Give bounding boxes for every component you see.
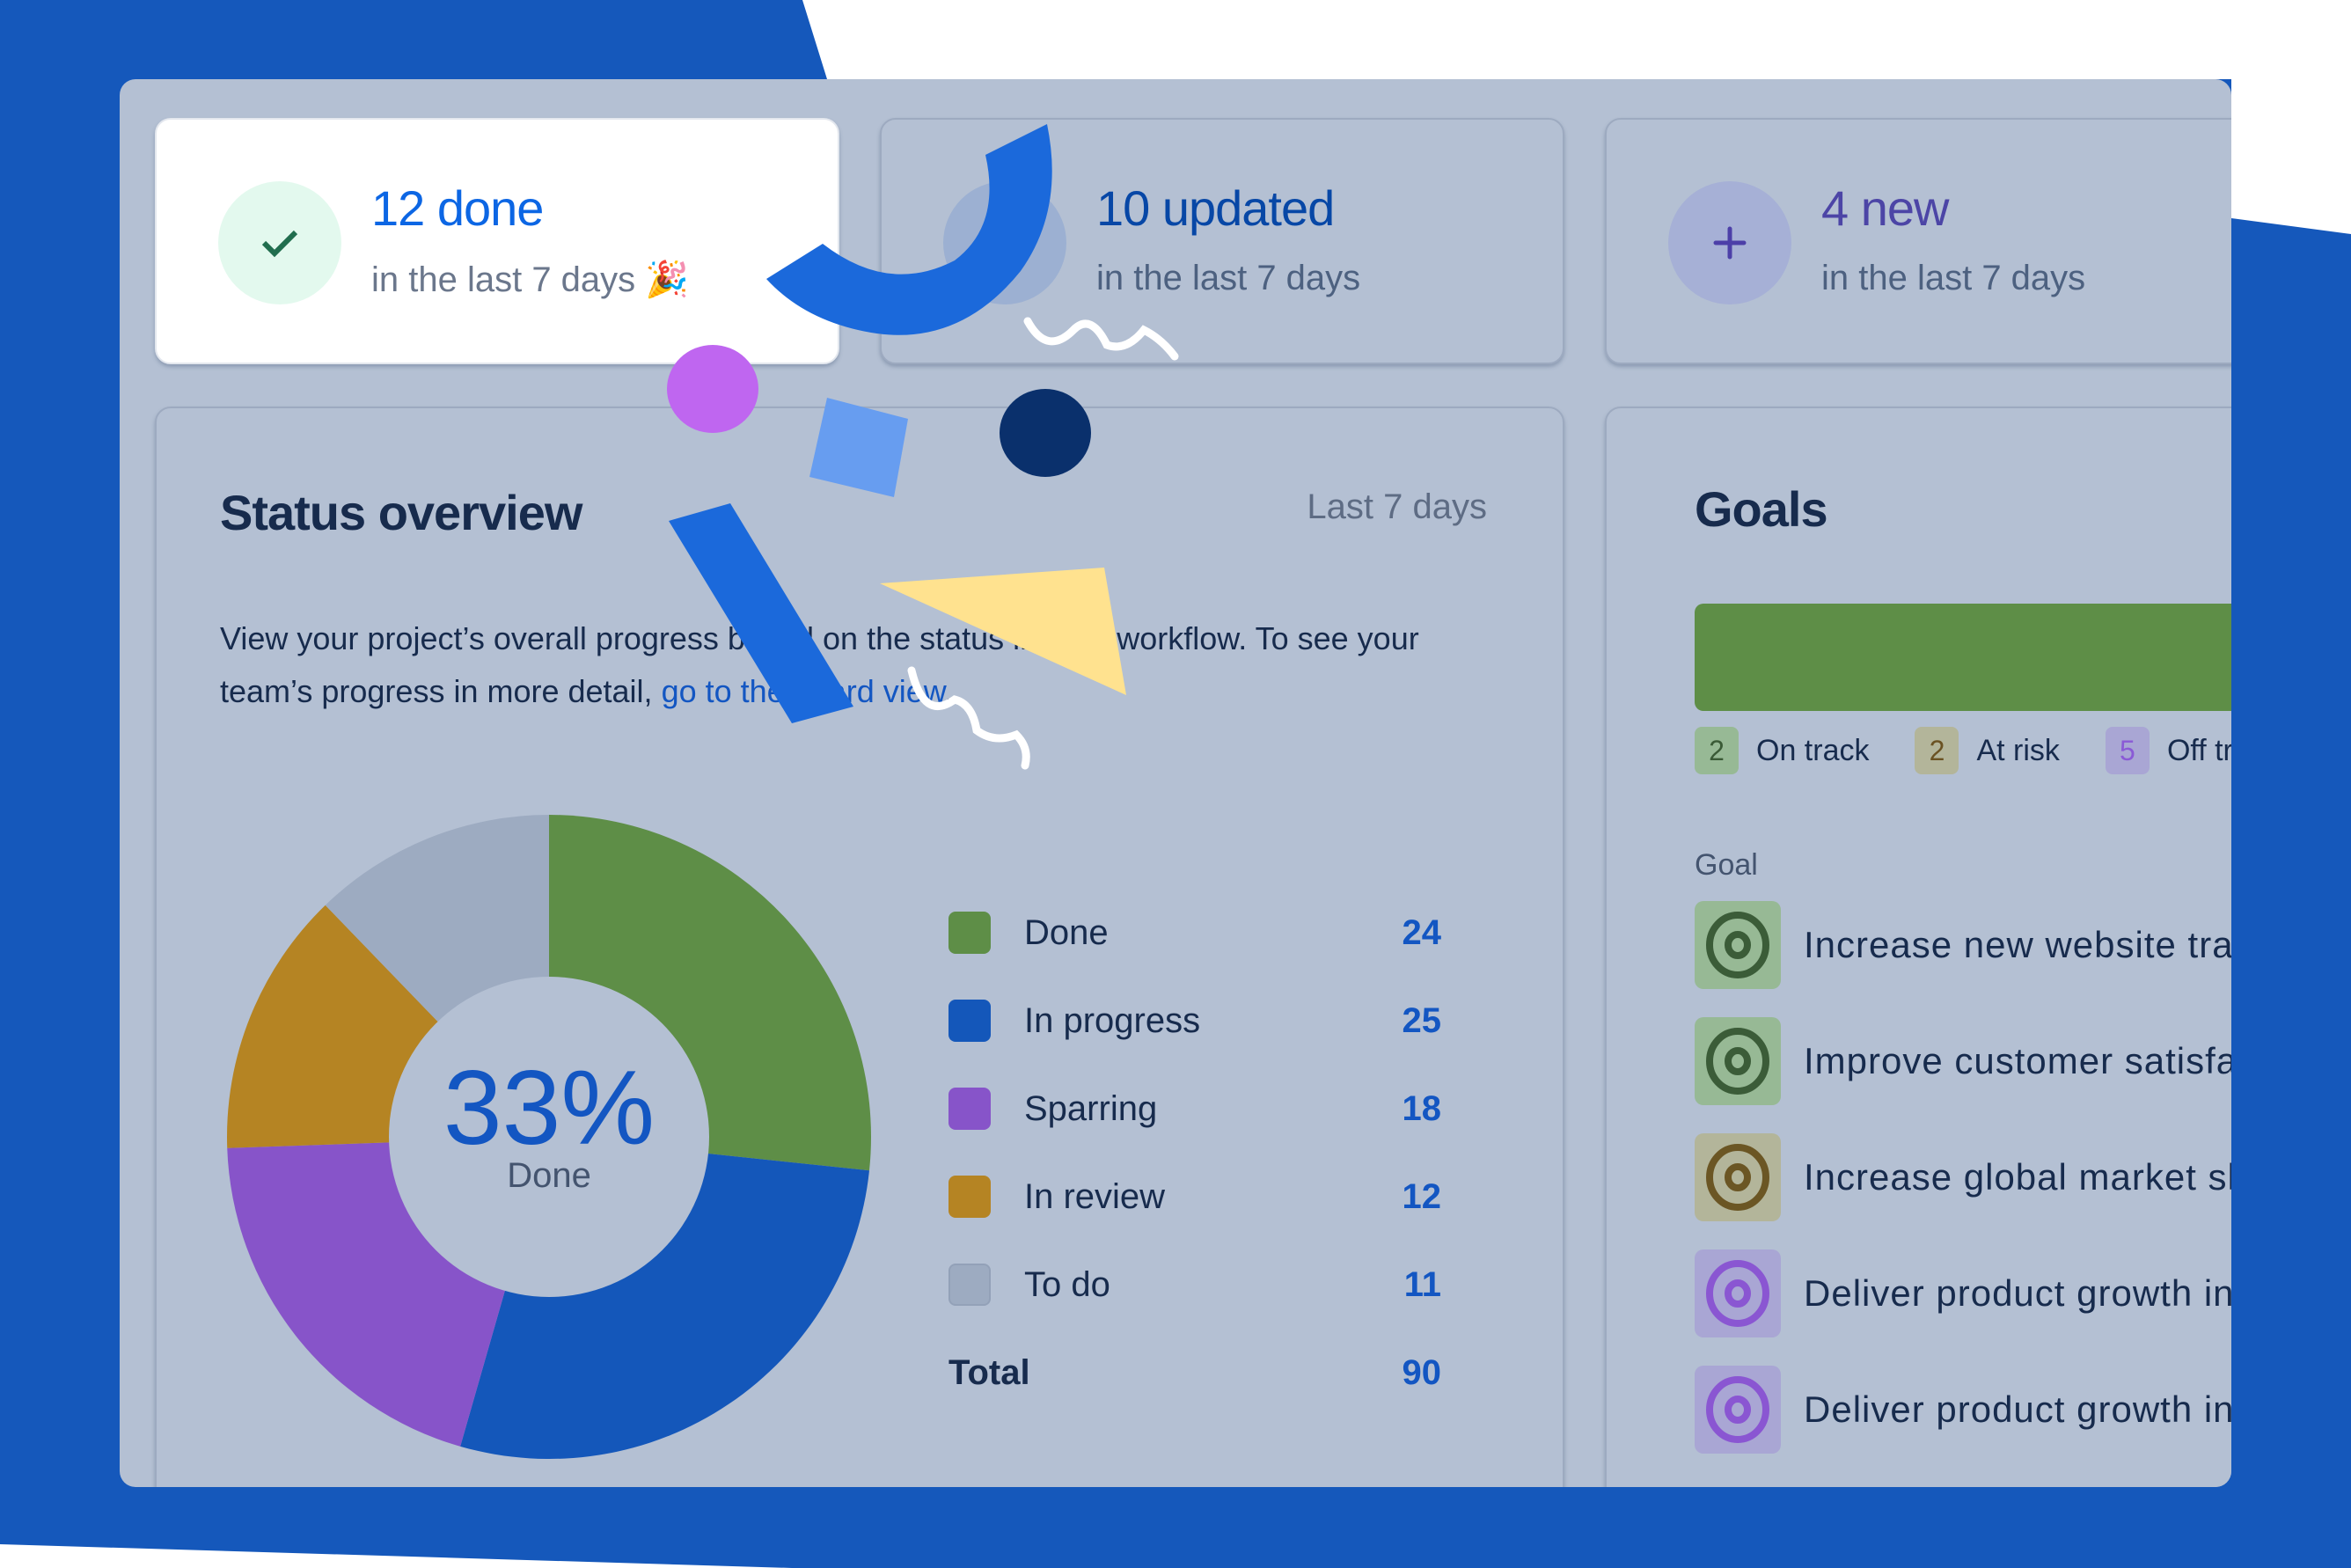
legend-value: 11 [1403,1264,1441,1304]
target-icon [1706,1028,1769,1095]
status-overview-card: Status overview Last 7 days View your pr… [155,407,1564,1487]
goal-label: Increase new website traffic [1804,924,2231,965]
legend-swatch [948,912,991,954]
legend-item-sparring[interactable]: Sparring 18 [948,1082,1441,1135]
goal-item[interactable]: Deliver product growth initiatives [1695,1366,2231,1454]
stat-subtitle: in the last 7 days [1821,259,2086,297]
legend-swatch [948,1264,991,1306]
status-overview-title: Status overview [220,485,582,540]
at-risk-count: 2 [1915,727,1959,774]
goal-icon-bg [1695,901,1781,989]
goals-progress-bar [1695,604,2231,711]
total-value: 90 [1402,1352,1442,1392]
stat-title: 10 updated [1096,180,1335,236]
goals-title: Goals [1695,481,1828,537]
goal-item[interactable]: Increase global market share [1695,1133,2231,1221]
goal-icon-bg [1695,1249,1781,1337]
goal-item[interactable]: Increase new website traffic [1695,901,2231,989]
target-icon [1706,1376,1769,1443]
plus-icon [1713,226,1747,260]
target-icon [1706,1144,1769,1211]
legend-swatch [948,1000,991,1042]
legend-item-to-do[interactable]: To do 11 [948,1258,1441,1311]
party-popper-icon: 🎉 [645,260,690,299]
stat-card-updated[interactable]: 10 updated in the last 7 days [880,118,1564,364]
donut-center-label: Done [507,1156,591,1195]
goal-column-header: Goal [1695,848,1758,882]
date-range-label: Last 7 days [1307,487,1487,526]
goal-item[interactable]: Improve customer satisfaction [1695,1017,2231,1105]
stat-title: 4 new [1821,180,1949,236]
off-track-label: Off track [2166,733,2231,767]
stat-card-done[interactable]: 12 done in the last 7 days 🎉 [155,118,839,364]
legend-label: In review [1024,1176,1166,1216]
legend-value: 24 [1402,912,1442,952]
target-icon [1706,1260,1769,1327]
at-risk-label: At risk [1976,733,2060,767]
legend-item-done[interactable]: Done 24 [948,906,1441,959]
off-track-count: 5 [2105,727,2150,774]
stat-subtitle: in the last 7 days 🎉 [371,260,690,299]
dashboard-panel: 12 done in the last 7 days 🎉 10 updated … [120,79,2231,1487]
goal-label: Increase global market share [1804,1156,2231,1198]
legend-value: 12 [1402,1176,1442,1216]
stat-subtitle: in the last 7 days [1096,259,1361,297]
board-view-link[interactable]: go to the board view [662,673,945,709]
donut-center: 33% Done [215,1049,883,1196]
stat-icon-bg [1668,181,1791,304]
on-track-label: On track [1756,733,1870,767]
goal-icon-bg [1695,1366,1781,1454]
legend-total: Total 90 [948,1346,1441,1399]
stat-icon-bg [943,181,1066,304]
total-label: Total [948,1352,1030,1392]
goal-label: Deliver product growth initiatives [1804,1272,2231,1314]
legend-item-in-review[interactable]: In review 12 [948,1170,1441,1223]
goals-card: Goals 2 On track 2 At risk 5 Off track G… [1605,407,2231,1487]
legend-value: 18 [1402,1088,1442,1128]
legend-swatch [948,1088,991,1130]
goal-label: Improve customer satisfaction [1804,1040,2231,1081]
goal-item[interactable]: Deliver product growth initiatives [1695,1249,2231,1337]
goals-summary: 2 On track 2 At risk 5 Off track [1695,727,2231,774]
check-icon [261,230,298,258]
stat-card-new[interactable]: 4 new in the last 7 days [1605,118,2231,364]
stat-title: 12 done [371,180,544,236]
legend-label: In progress [1024,1000,1201,1040]
goal-icon-bg [1695,1133,1781,1221]
goal-icon-bg [1695,1017,1781,1105]
legend-label: To do [1024,1264,1110,1304]
legend-swatch [948,1176,991,1218]
status-description: View your project’s overall progress bas… [220,620,1419,709]
goal-label: Deliver product growth initiatives [1804,1388,2231,1430]
legend-value: 25 [1402,1000,1442,1040]
on-track-count: 2 [1695,727,1739,774]
edit-icon [988,225,1022,260]
stat-icon-bg [218,181,341,304]
donut-center-value: 33% [443,1049,655,1167]
legend-label: Done [1024,912,1109,952]
target-icon [1706,912,1769,978]
legend-label: Sparring [1024,1088,1158,1128]
legend-item-in-progress[interactable]: In progress 25 [948,994,1441,1047]
